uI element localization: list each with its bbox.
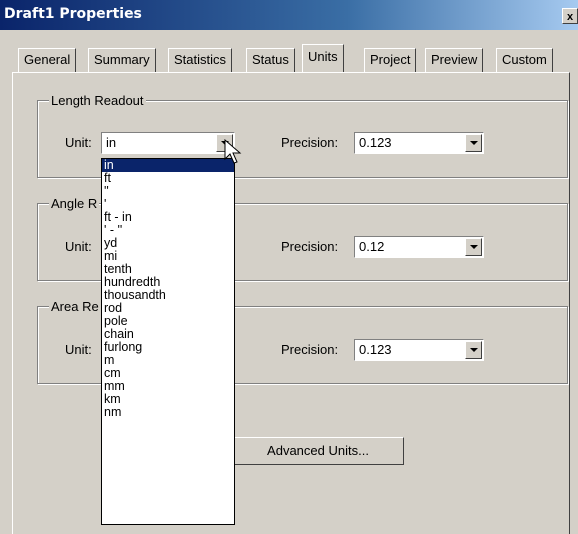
tab-summary[interactable]: Summary [88,48,156,72]
angle-precision-select[interactable]: 0.12 [354,236,484,258]
length-unit-select[interactable]: in [101,132,235,154]
tab-general[interactable]: General [18,48,77,72]
unit-option[interactable]: thousandth [102,289,234,302]
area-precision-select[interactable]: 0.123 [354,339,484,361]
tab-units[interactable]: Units [302,44,344,72]
length-unit-value: in [106,135,117,150]
unit-option[interactable]: hundredth [102,276,234,289]
angle-precision-value: 0.12 [359,239,385,254]
length-precision-value: 0.123 [359,135,392,150]
unit-option[interactable]: in [102,159,234,172]
length-precision-label: Precision: [281,135,339,150]
length-precision-dropdown-button[interactable] [465,134,482,152]
unit-option[interactable]: tenth [102,263,234,276]
advanced-units-button[interactable]: Advanced Units... [232,437,404,465]
angle-precision-label: Precision: [281,239,339,254]
unit-option[interactable]: m [102,354,234,367]
unit-option[interactable]: nm [102,406,234,419]
unit-option[interactable]: km [102,393,234,406]
chevron-down-icon [470,245,478,249]
unit-option[interactable]: chain [102,328,234,341]
unit-option[interactable]: ft [102,172,234,185]
angle-precision-dropdown-button[interactable] [465,238,482,256]
unit-option[interactable]: ' [102,198,234,211]
title-bar[interactable]: Draft1 Properties x [0,0,578,30]
unit-dropdown-list[interactable]: in ft '' ' ft - in ' - '' yd mi tenth hundredth th… [101,158,235,525]
length-unit-label: Unit: [65,135,92,150]
tab-statistics[interactable]: Statistics [168,48,233,72]
window-title: Draft1 Properties [4,6,142,22]
tab-custom[interactable]: Custom [496,48,553,72]
chevron-down-icon [470,141,478,145]
area-group-label: Area Re [49,299,101,314]
close-button[interactable]: x [562,8,578,24]
unit-option[interactable]: yd [102,237,234,250]
unit-option[interactable]: mi [102,250,234,263]
area-precision-label: Precision: [281,342,339,357]
unit-option[interactable]: pole [102,315,234,328]
unit-option[interactable]: rod [102,302,234,315]
unit-option[interactable]: '' [102,185,234,198]
area-precision-value: 0.123 [359,342,392,357]
unit-option[interactable]: furlong [102,341,234,354]
length-readout-label: Length Readout [49,93,146,108]
mouse-pointer-icon [224,139,242,164]
tab-preview[interactable]: Preview [425,48,484,72]
unit-option[interactable]: ft - in [102,211,234,224]
unit-option[interactable]: cm [102,367,234,380]
area-precision-dropdown-button[interactable] [465,341,482,359]
tab-status[interactable]: Status [246,48,295,72]
angle-unit-label: Unit: [65,239,92,254]
unit-option[interactable]: mm [102,380,234,393]
area-unit-label: Unit: [65,342,92,357]
unit-option[interactable]: ' - '' [102,224,234,237]
length-precision-select[interactable]: 0.123 [354,132,484,154]
angle-group-label: Angle R [49,196,100,211]
chevron-down-icon [470,348,478,352]
tab-project[interactable]: Project [364,48,417,72]
